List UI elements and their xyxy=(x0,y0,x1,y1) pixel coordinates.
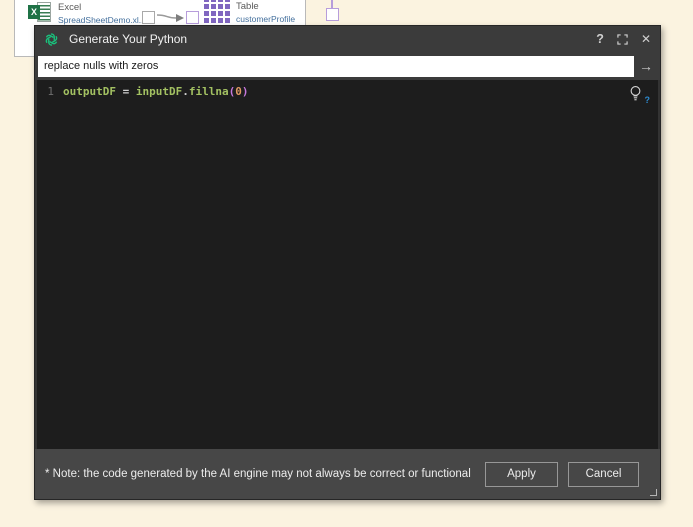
resize-grip[interactable] xyxy=(650,489,657,496)
excel-node-subtitle[interactable]: SpreadSheetDemo.xl... xyxy=(58,15,146,25)
code-editor[interactable]: 1 outputDF = inputDF.fillna(0) ? xyxy=(35,80,660,449)
dialog-footer: * Note: the code generated by the AI eng… xyxy=(35,449,660,499)
close-icon[interactable]: ✕ xyxy=(641,33,651,45)
openai-logo-icon xyxy=(44,32,59,47)
excel-node[interactable]: X Excel SpreadSheetDemo.xl... xyxy=(28,2,146,25)
excel-icon: X xyxy=(28,2,52,23)
output-port[interactable] xyxy=(142,11,155,24)
submit-prompt-button[interactable]: → xyxy=(634,55,658,77)
cancel-button[interactable]: Cancel xyxy=(568,462,639,487)
right-port[interactable] xyxy=(326,8,339,21)
lightbulb-hint-icon[interactable]: ? xyxy=(629,85,646,104)
dialog-title: Generate Your Python xyxy=(69,32,596,46)
table-node[interactable]: Table customerProfile xyxy=(204,0,295,24)
table-grid-icon xyxy=(204,0,230,23)
footer-note: * Note: the code generated by the AI eng… xyxy=(45,468,475,480)
line-number: 1 xyxy=(37,85,63,99)
prompt-input[interactable] xyxy=(38,56,634,77)
table-node-title: Table xyxy=(236,2,295,12)
table-node-subtitle[interactable]: customerProfile xyxy=(236,14,295,24)
generate-python-dialog: Generate Your Python ? ✕ → 1 outputDF = … xyxy=(34,25,661,500)
prompt-row: → xyxy=(35,52,660,80)
dialog-titlebar[interactable]: Generate Your Python ? ✕ xyxy=(35,26,660,52)
code-line: 1 outputDF = inputDF.fillna(0) xyxy=(37,80,658,99)
maximize-icon[interactable] xyxy=(617,34,628,45)
help-icon[interactable]: ? xyxy=(596,33,604,45)
hint-question-mark: ? xyxy=(645,95,651,105)
code-text: outputDF = inputDF.fillna(0) xyxy=(63,85,248,99)
input-port[interactable] xyxy=(186,11,199,24)
apply-button[interactable]: Apply xyxy=(485,462,558,487)
excel-node-title: Excel xyxy=(58,3,146,13)
